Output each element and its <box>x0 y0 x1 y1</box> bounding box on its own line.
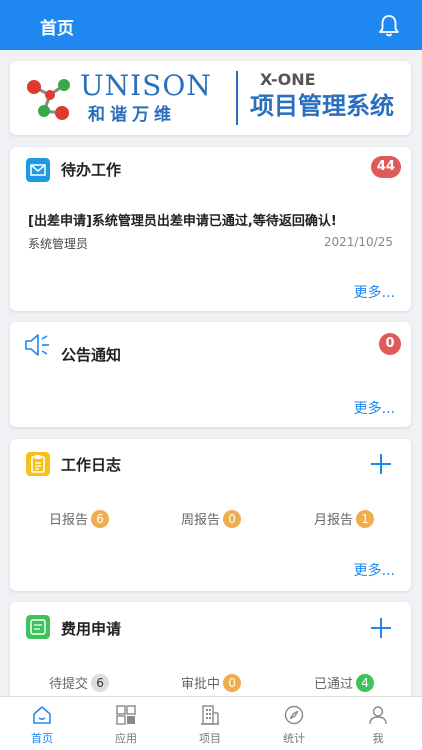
add-expense-plus-icon[interactable] <box>371 618 391 638</box>
worklog-title: 工作日志 <box>61 456 122 474</box>
tab-label: 应用 <box>115 732 137 745</box>
todo-title: 待办工作 <box>61 161 122 179</box>
logo-chinese-name: 和谐万维 <box>88 105 176 125</box>
expense-stat-label: 已通过 <box>314 677 354 692</box>
expense-stat-count: 4 <box>356 673 375 692</box>
home-icon <box>33 706 51 724</box>
worklog-stat-monthly[interactable]: 月报告 1 <box>314 509 375 528</box>
worklog-stat-count: 0 <box>223 509 242 528</box>
mail-icon <box>26 158 50 182</box>
bell-icon[interactable] <box>378 14 400 38</box>
todo-item-user: 系统管理员 <box>28 237 89 251</box>
tab-home[interactable]: 首页 <box>0 697 84 750</box>
expense-stat-approved[interactable]: 已通过 4 <box>314 673 375 692</box>
tab-projects[interactable]: 项目 <box>168 697 252 750</box>
molecule-logo-icon <box>27 79 70 120</box>
worklog-more-link[interactable]: 更多... <box>354 560 395 580</box>
notice-more-link[interactable]: 更多... <box>354 398 395 418</box>
product-line: X-ONE <box>260 70 316 89</box>
expense-stat-count: 0 <box>223 673 242 692</box>
product-name: 项目管理系统 <box>250 92 394 120</box>
todo-count-badge: 44 <box>370 156 401 178</box>
todo-card: 待办工作 44 [出差申请]系统管理员出差申请已通过,等待返回确认! 系统管理员… <box>10 147 411 311</box>
notice-count-badge: 0 <box>379 333 401 355</box>
user-icon <box>369 706 387 725</box>
tab-label: 我 <box>372 732 384 745</box>
tab-statistics[interactable]: 统计 <box>252 697 336 750</box>
expense-stat-label: 待提交 <box>49 677 89 692</box>
tab-me[interactable]: 我 <box>336 697 420 750</box>
logo-divider <box>236 71 238 125</box>
notice-card: 公告通知 0 更多... <box>10 322 411 427</box>
expense-form-icon <box>26 615 50 639</box>
app-header: 首页 <box>0 0 422 50</box>
worklog-stat-count: 1 <box>356 509 375 528</box>
compass-icon <box>284 705 304 725</box>
expense-stat-count: 6 <box>91 673 110 692</box>
brand-banner: UNISON 和谐万维 X-ONE 项目管理系统 <box>10 61 411 135</box>
expense-stat-label: 审批中 <box>181 677 221 692</box>
todo-item-subject[interactable]: [出差申请]系统管理员出差申请已通过,等待返回确认! <box>28 210 337 229</box>
expense-title: 费用申请 <box>61 620 122 638</box>
worklog-card: 工作日志 日报告 6 周报告 0 月报告 1 更多... <box>10 439 411 591</box>
worklog-stat-label: 日报告 <box>49 513 89 528</box>
logo-wordmark: UNISON <box>80 69 212 102</box>
todo-more-link[interactable]: 更多... <box>354 282 395 302</box>
tab-label: 项目 <box>199 732 221 745</box>
clipboard-icon <box>26 452 50 476</box>
building-icon <box>201 705 219 725</box>
bottom-tab-bar: 首页 应用 项目 统计 我 <box>0 696 422 750</box>
speaker-icon <box>25 334 49 356</box>
notice-title: 公告通知 <box>61 346 122 364</box>
tab-label: 首页 <box>31 732 53 745</box>
expense-stat-in-approval[interactable]: 审批中 0 <box>181 673 242 692</box>
worklog-stat-count: 6 <box>91 509 110 528</box>
expense-stat-pending-submit[interactable]: 待提交 6 <box>49 673 110 692</box>
apps-icon <box>116 705 136 725</box>
add-worklog-plus-icon[interactable] <box>371 454 391 474</box>
tab-apps[interactable]: 应用 <box>84 697 168 750</box>
worklog-stat-label: 月报告 <box>314 513 354 528</box>
todo-item-date: 2021/10/25 <box>323 235 393 249</box>
worklog-stat-weekly[interactable]: 周报告 0 <box>181 509 242 528</box>
worklog-stat-label: 周报告 <box>181 513 221 528</box>
page-title: 首页 <box>40 19 74 39</box>
worklog-stat-daily[interactable]: 日报告 6 <box>49 509 110 528</box>
tab-label: 统计 <box>283 732 305 745</box>
